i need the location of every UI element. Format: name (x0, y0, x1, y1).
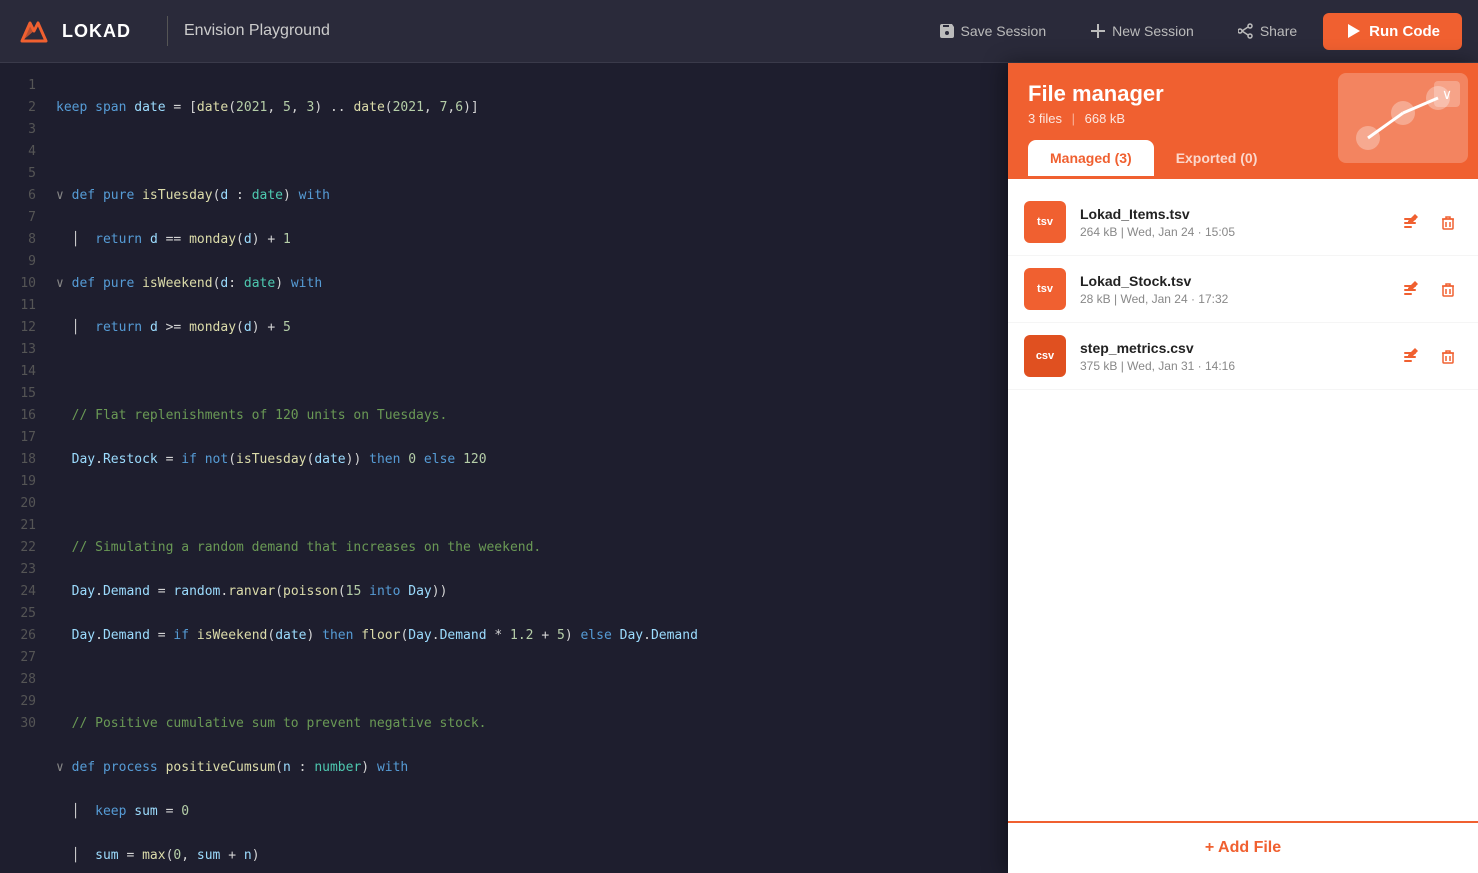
tab-exported[interactable]: Exported (0) (1154, 140, 1280, 179)
play-icon (1345, 23, 1361, 39)
trash-icon (1439, 347, 1457, 365)
share-icon (1238, 23, 1254, 39)
add-file-footer: + Add File (1008, 821, 1478, 873)
edit-icon (1402, 212, 1422, 232)
trash-icon (1439, 280, 1457, 298)
code-editor[interactable]: 1 2 3 4 5 6 7 8 9 10 11 12 13 14 15 16 1… (0, 63, 1008, 873)
logo-area: LOKAD (16, 13, 131, 49)
file-info: step_metrics.csv 375 kB | Wed, Jan 31 · … (1080, 340, 1384, 373)
file-meta: 28 kB | Wed, Jan 24 · 17:32 (1080, 292, 1384, 306)
line-numbers: 1 2 3 4 5 6 7 8 9 10 11 12 13 14 15 16 1… (0, 63, 48, 873)
file-manager-meta: 3 files | 668 kB (1028, 111, 1458, 126)
trash-icon (1439, 213, 1457, 231)
file-name: Lokad_Items.tsv (1080, 206, 1384, 222)
share-button[interactable]: Share (1220, 15, 1315, 47)
file-edit-button[interactable] (1398, 208, 1426, 236)
file-actions (1398, 208, 1462, 236)
run-code-label: Run Code (1369, 23, 1440, 40)
header-divider (167, 16, 168, 46)
file-name: Lokad_Stock.tsv (1080, 273, 1384, 289)
new-session-label: New Session (1112, 23, 1194, 39)
lokad-logo-icon (16, 13, 52, 49)
file-actions (1398, 342, 1462, 370)
file-edit-button[interactable] (1398, 342, 1426, 370)
share-label: Share (1260, 23, 1297, 39)
file-delete-button[interactable] (1434, 208, 1462, 236)
file-actions (1398, 275, 1462, 303)
file-delete-button[interactable] (1434, 342, 1462, 370)
file-meta: 375 kB | Wed, Jan 31 · 14:16 (1080, 359, 1384, 373)
file-list: tsv Lokad_Items.tsv 264 kB | Wed, Jan 24… (1008, 179, 1478, 821)
list-item: csv step_metrics.csv 375 kB | Wed, Jan 3… (1008, 323, 1478, 390)
file-manager-panel: ∨ File manager 3 files | 668 kB Managed … (1008, 63, 1478, 873)
logo-text: LOKAD (62, 21, 131, 42)
app-title: Envision Playground (184, 22, 330, 40)
thumbnail-chevron-button[interactable]: ∨ (1434, 81, 1460, 107)
file-count: 3 files (1028, 111, 1062, 126)
save-icon (939, 23, 955, 39)
file-info: Lokad_Items.tsv 264 kB | Wed, Jan 24 · 1… (1080, 206, 1384, 239)
list-item: tsv Lokad_Items.tsv 264 kB | Wed, Jan 24… (1008, 189, 1478, 256)
save-session-button[interactable]: Save Session (921, 15, 1065, 47)
file-total-size: 668 kB (1085, 111, 1125, 126)
add-file-button[interactable]: + Add File (1205, 839, 1281, 857)
file-type-icon-csv: csv (1024, 335, 1066, 377)
add-file-label: + Add File (1205, 839, 1281, 857)
code-text[interactable]: keep span date = [date(2021, 5, 3) .. da… (48, 63, 1008, 873)
file-panel-header: ∨ File manager 3 files | 668 kB Managed … (1008, 63, 1478, 179)
file-type-icon-tsv: tsv (1024, 268, 1066, 310)
new-session-button[interactable]: New Session (1072, 15, 1212, 47)
file-edit-button[interactable] (1398, 275, 1426, 303)
save-session-label: Save Session (961, 23, 1047, 39)
plus-icon (1090, 23, 1106, 39)
file-type-icon-tsv: tsv (1024, 201, 1066, 243)
file-meta: 264 kB | Wed, Jan 24 · 15:05 (1080, 225, 1384, 239)
file-name: step_metrics.csv (1080, 340, 1384, 356)
main-area: 1 2 3 4 5 6 7 8 9 10 11 12 13 14 15 16 1… (0, 63, 1478, 873)
list-item: tsv Lokad_Stock.tsv 28 kB | Wed, Jan 24 … (1008, 256, 1478, 323)
edit-icon (1402, 346, 1422, 366)
tab-managed[interactable]: Managed (3) (1028, 140, 1154, 179)
run-code-button[interactable]: Run Code (1323, 13, 1462, 50)
file-info: Lokad_Stock.tsv 28 kB | Wed, Jan 24 · 17… (1080, 273, 1384, 306)
file-delete-button[interactable] (1434, 275, 1462, 303)
edit-icon (1402, 279, 1422, 299)
app-header: LOKAD Envision Playground Save Session N… (0, 0, 1478, 63)
